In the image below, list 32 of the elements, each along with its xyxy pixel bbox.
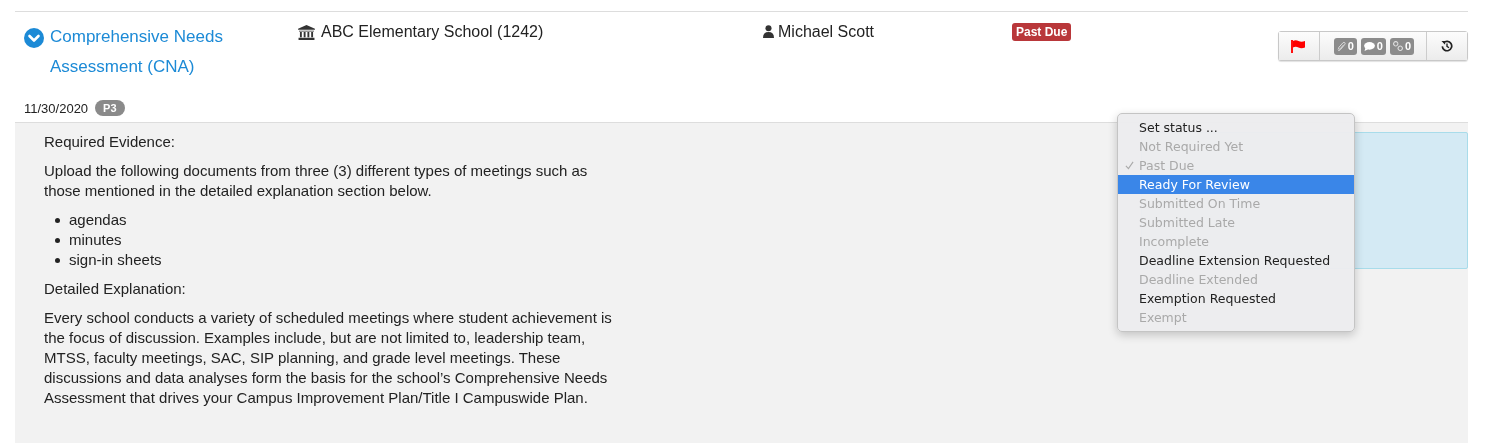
- speech-bubble-icon: [1363, 41, 1375, 51]
- bullet-icon: [55, 237, 60, 243]
- evidence-item: minutes: [69, 230, 122, 250]
- evidence-item: sign-in sheets: [69, 250, 162, 270]
- paperclip-icon: [1336, 40, 1346, 52]
- user-icon: [763, 25, 774, 38]
- due-date: 11/30/2020: [24, 100, 89, 116]
- history-icon: [1441, 40, 1453, 52]
- link-icon: [1392, 41, 1403, 51]
- bank-building-icon: [298, 25, 315, 40]
- status-badge: Past Due: [1012, 23, 1072, 41]
- explanation-text: Every school conducts a variety of scheduled meetings where student achievement is the focus of discussion. Examples include, but are not limited to, leadership team, MTSS, faculty meetings, SAC, SIP planning, and grade level meetings. These discussions and data analyses form the basis for the school’s Comprehensive Needs Assessment that drives your Campus Improvement Plan/Title I Campuswide Plan.: [44, 308, 613, 408]
- history-button[interactable]: [1427, 32, 1467, 60]
- link-counter[interactable]: 0: [1389, 37, 1414, 55]
- menu-item[interactable]: Deadline Extension Requested: [1118, 251, 1354, 270]
- attachment-counter[interactable]: 0: [1333, 37, 1357, 55]
- menu-item[interactable]: Ready For Review: [1118, 175, 1354, 194]
- task-title-link[interactable]: Comprehensive Needs Assessment (CNA): [50, 22, 260, 82]
- bullet-icon: [55, 257, 60, 263]
- menu-item[interactable]: Exemption Requested: [1118, 289, 1354, 308]
- chevron-down-icon[interactable]: [24, 28, 44, 48]
- explanation-heading: Detailed Explanation:: [44, 279, 187, 299]
- assignee-name: Michael Scott: [778, 23, 875, 41]
- bullet-icon: [55, 217, 60, 223]
- comment-counter[interactable]: 0: [1360, 37, 1386, 55]
- evidence-heading: Required Evidence:: [44, 132, 176, 152]
- school-name: ABC Elementary School (1242): [321, 23, 544, 41]
- flag-button[interactable]: [1278, 32, 1320, 60]
- evidence-item: agendas: [69, 210, 127, 230]
- priority-badge: P3: [95, 100, 125, 116]
- evidence-text: Upload the following documents from three (3) different types of meetings such as those mentioned in the detailed explanation section below.: [44, 161, 589, 201]
- menu-title: Set status ...: [1138, 119, 1219, 137]
